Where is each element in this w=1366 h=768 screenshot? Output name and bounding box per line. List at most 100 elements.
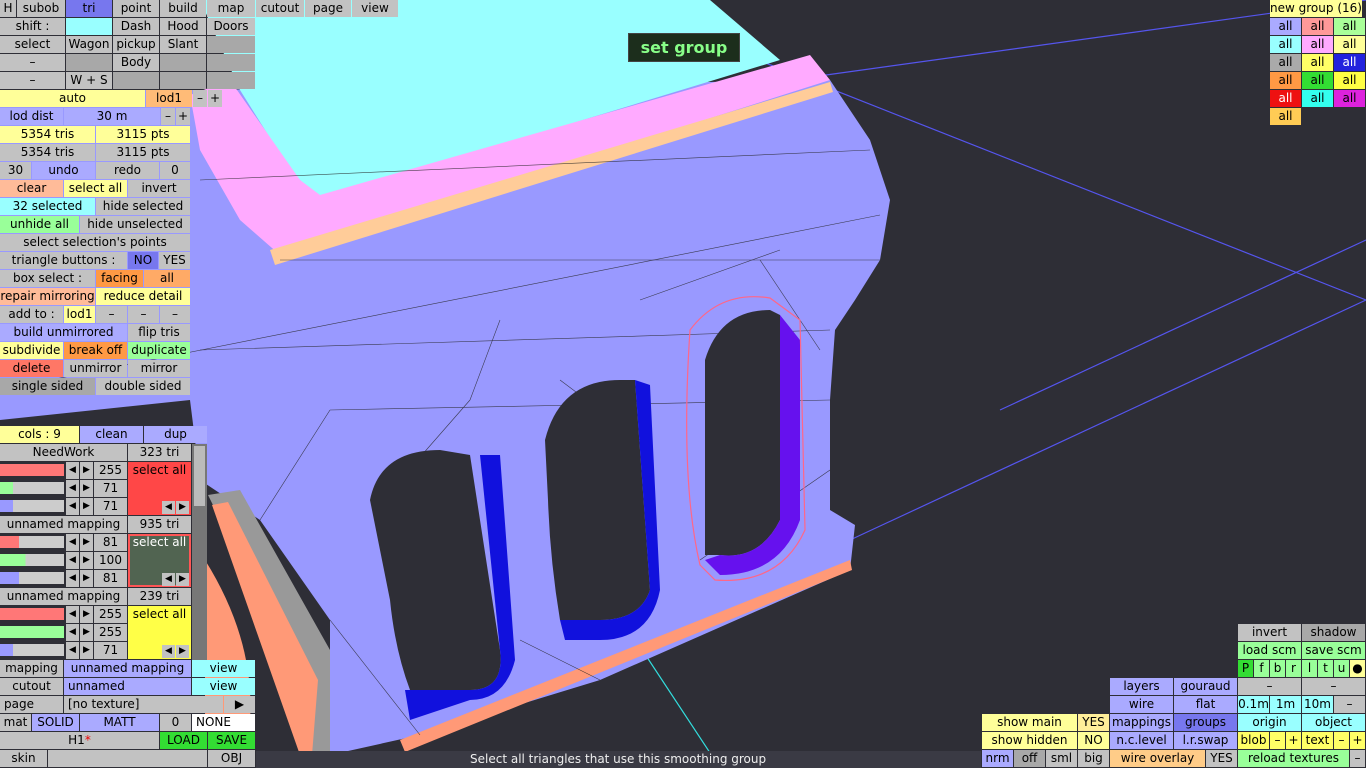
group-select-all-4[interactable]: all: [1270, 36, 1301, 53]
arrow-right-icon[interactable]: ▶: [80, 462, 93, 479]
red-slider[interactable]: [0, 464, 64, 476]
blob-plus[interactable]: +: [1286, 732, 1301, 749]
arrow-left-icon[interactable]: ◀: [66, 480, 79, 497]
mode-subob-button[interactable]: subob: [17, 0, 65, 17]
arrow-right-icon[interactable]: ▶: [80, 606, 93, 623]
reload-textures-button[interactable]: reload textures: [1238, 750, 1349, 767]
show-hidden-button[interactable]: show hidden: [982, 732, 1077, 749]
text-button[interactable]: text: [1302, 732, 1333, 749]
wire-button[interactable]: wire: [1110, 696, 1173, 713]
dash-button[interactable]: Dash: [113, 18, 159, 35]
empty-slot[interactable]: [207, 54, 255, 71]
pickup-button[interactable]: pickup: [113, 36, 159, 53]
arrow-right-icon[interactable]: ▶: [176, 645, 189, 658]
body-button[interactable]: Body: [113, 54, 159, 71]
show-main-button[interactable]: show main: [982, 714, 1077, 731]
arrow-left-icon[interactable]: ◀: [162, 645, 175, 658]
layers-button[interactable]: layers: [1110, 678, 1173, 695]
group-select-all-6[interactable]: all: [1334, 36, 1365, 53]
green-slider[interactable]: [0, 482, 64, 494]
page-texture[interactable]: [no texture]: [64, 696, 223, 713]
nc-level-button[interactable]: n.c.level: [1110, 732, 1173, 749]
minus-button-2[interactable]: –: [0, 72, 65, 89]
add-to-slot-4[interactable]: –: [160, 306, 190, 323]
red-slider[interactable]: [0, 608, 64, 620]
arrow-right-icon[interactable]: ▶: [80, 534, 93, 551]
w-plus-s-button[interactable]: W + S: [66, 72, 112, 89]
doors-button[interactable]: Doors: [207, 18, 255, 35]
text-minus[interactable]: –: [1334, 732, 1349, 749]
arrow-right-icon[interactable]: ▶: [80, 624, 93, 641]
arrow-left-icon[interactable]: ◀: [162, 573, 175, 586]
wagon-button[interactable]: Wagon: [66, 36, 112, 53]
mode-cutout-button[interactable]: cutout: [256, 0, 304, 17]
set-group-tooltip[interactable]: set group: [628, 33, 740, 62]
object-button[interactable]: object: [1302, 714, 1365, 731]
arrow-right-icon[interactable]: ▶: [176, 501, 189, 514]
dist-10m-button[interactable]: 10m: [1302, 696, 1333, 713]
gouraud-button[interactable]: gouraud: [1174, 678, 1237, 695]
play-icon[interactable]: ▶: [224, 696, 255, 713]
groups-button[interactable]: groups: [1174, 714, 1237, 731]
arrow-left-icon[interactable]: ◀: [66, 498, 79, 515]
arrow-left-icon[interactable]: ◀: [66, 552, 79, 569]
repair-mirroring-button[interactable]: repair mirroring: [0, 288, 95, 305]
arrow-right-icon[interactable]: ▶: [80, 642, 93, 659]
view-letter-4[interactable]: l: [1302, 660, 1317, 677]
duplicate-button[interactable]: duplicate: [128, 342, 190, 359]
group-select-all-16[interactable]: all: [1270, 108, 1301, 125]
group-select-all-12[interactable]: all: [1334, 72, 1365, 89]
undo-button[interactable]: undo: [32, 162, 95, 179]
add-to-lod1[interactable]: lod1: [64, 306, 95, 323]
tri-buttons-no[interactable]: NO: [128, 252, 158, 269]
invert-button-right[interactable]: invert: [1238, 624, 1301, 641]
dup-button[interactable]: dup: [144, 426, 207, 443]
big-button[interactable]: big: [1078, 750, 1109, 767]
hide-selected-button[interactable]: hide selected: [96, 198, 190, 215]
group-select-all-15[interactable]: all: [1334, 90, 1365, 107]
delete-button[interactable]: delete: [0, 360, 63, 377]
view-letter-1[interactable]: f: [1254, 660, 1269, 677]
mat-zero[interactable]: 0: [160, 714, 191, 731]
mode-map-button[interactable]: map: [207, 0, 255, 17]
obj-button[interactable]: OBJ: [208, 750, 255, 767]
hide-unselected-button[interactable]: hide unselected: [80, 216, 190, 233]
clean-button[interactable]: clean: [80, 426, 143, 443]
view-letter-6[interactable]: u: [1334, 660, 1349, 677]
box-select-all[interactable]: all: [144, 270, 190, 287]
group-select-all-14[interactable]: all: [1302, 90, 1333, 107]
dash-button-right-2[interactable]: –: [1302, 678, 1365, 695]
lod-plus-button[interactable]: +: [208, 90, 222, 107]
dash-button-right[interactable]: –: [1238, 678, 1301, 695]
clear-button[interactable]: clear: [0, 180, 63, 197]
show-hidden-no[interactable]: NO: [1078, 732, 1109, 749]
mapping-view-button[interactable]: view: [192, 660, 255, 677]
blob-minus[interactable]: –: [1270, 732, 1285, 749]
arrow-right-icon[interactable]: ▶: [80, 552, 93, 569]
new-group-button[interactable]: new group (16): [1270, 0, 1362, 17]
view-letter-0[interactable]: P: [1238, 660, 1253, 677]
blue-slider[interactable]: [0, 644, 64, 656]
box-select-facing[interactable]: facing: [96, 270, 143, 287]
materials-scrollbar[interactable]: [192, 444, 207, 660]
reload-dash[interactable]: –: [1350, 750, 1365, 767]
dist-minus-button[interactable]: –: [161, 108, 175, 125]
mirror-button[interactable]: mirror: [128, 360, 190, 377]
minus-button[interactable]: –: [0, 54, 65, 71]
material-name[interactable]: unnamed mapping: [0, 516, 127, 533]
origin-button[interactable]: origin: [1238, 714, 1301, 731]
empty-slot[interactable]: [207, 72, 255, 89]
group-select-all-1[interactable]: all: [1270, 18, 1301, 35]
skin-field[interactable]: [48, 750, 207, 767]
lod-dist-value[interactable]: 30 m: [64, 108, 160, 125]
invert-button[interactable]: invert: [128, 180, 190, 197]
reduce-detail-button[interactable]: reduce detail: [96, 288, 190, 305]
unmirror-button[interactable]: unmirror: [64, 360, 127, 377]
save-button[interactable]: SAVE: [208, 732, 255, 749]
empty-slot[interactable]: [160, 72, 206, 89]
toolbar-h-button[interactable]: H: [0, 0, 16, 17]
flat-button[interactable]: flat: [1174, 696, 1237, 713]
red-slider[interactable]: [0, 536, 64, 548]
slant-button[interactable]: Slant: [160, 36, 206, 53]
arrow-left-icon[interactable]: ◀: [66, 534, 79, 551]
